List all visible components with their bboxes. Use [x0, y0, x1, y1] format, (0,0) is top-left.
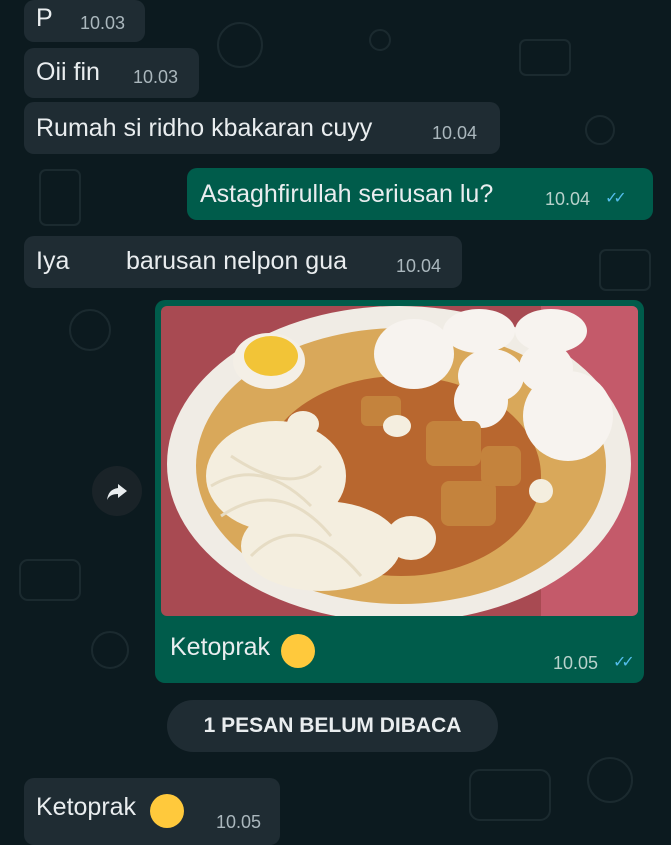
message-text: P	[36, 4, 53, 32]
message-time: 10.03	[133, 67, 179, 87]
incoming-message[interactable]: Rumah si ridho kbakaran cuyy 10.04	[24, 102, 500, 154]
drooling-face-emoji-icon	[150, 794, 184, 828]
drooling-face-emoji-icon	[281, 634, 315, 668]
message-time: 10.04	[396, 256, 442, 276]
message-time: 10.04	[432, 123, 478, 143]
incoming-message[interactable]: Ketoprak 10.05	[24, 778, 280, 845]
message-text: Astaghfirullah seriusan lu?	[200, 180, 494, 208]
food-photo[interactable]	[161, 306, 638, 616]
double-check-icon: ✓✓	[605, 190, 627, 207]
unread-messages-banner: 1 PESAN BELUM DIBACA	[167, 700, 498, 752]
message-text: Oii fin	[36, 58, 100, 86]
message-time: 10.03	[80, 13, 126, 33]
message-time: 10.05	[216, 812, 262, 832]
message-time: 10.04	[545, 189, 591, 209]
double-check-icon: ✓✓	[613, 654, 635, 671]
message-text-continued: barusan nelpon gua	[126, 247, 348, 275]
forward-button[interactable]	[92, 466, 142, 516]
incoming-message[interactable]: P 10.03	[24, 0, 145, 42]
message-text: Ketoprak	[36, 793, 137, 821]
outgoing-message[interactable]: Astaghfirullah seriusan lu? 10.04 ✓✓	[187, 168, 653, 220]
forward-arrow-icon	[107, 484, 127, 500]
message-text: Rumah si ridho kbakaran cuyy	[36, 114, 373, 142]
incoming-message[interactable]: Oii fin 10.03	[24, 48, 199, 98]
message-text: Iya	[36, 247, 70, 275]
image-caption: Ketoprak	[170, 633, 271, 661]
message-time: 10.05	[553, 653, 599, 673]
outgoing-image-message[interactable]: Ketoprak 10.05 ✓✓	[155, 300, 644, 683]
incoming-message[interactable]: Iya barusan nelpon gua 10.04	[24, 236, 462, 288]
